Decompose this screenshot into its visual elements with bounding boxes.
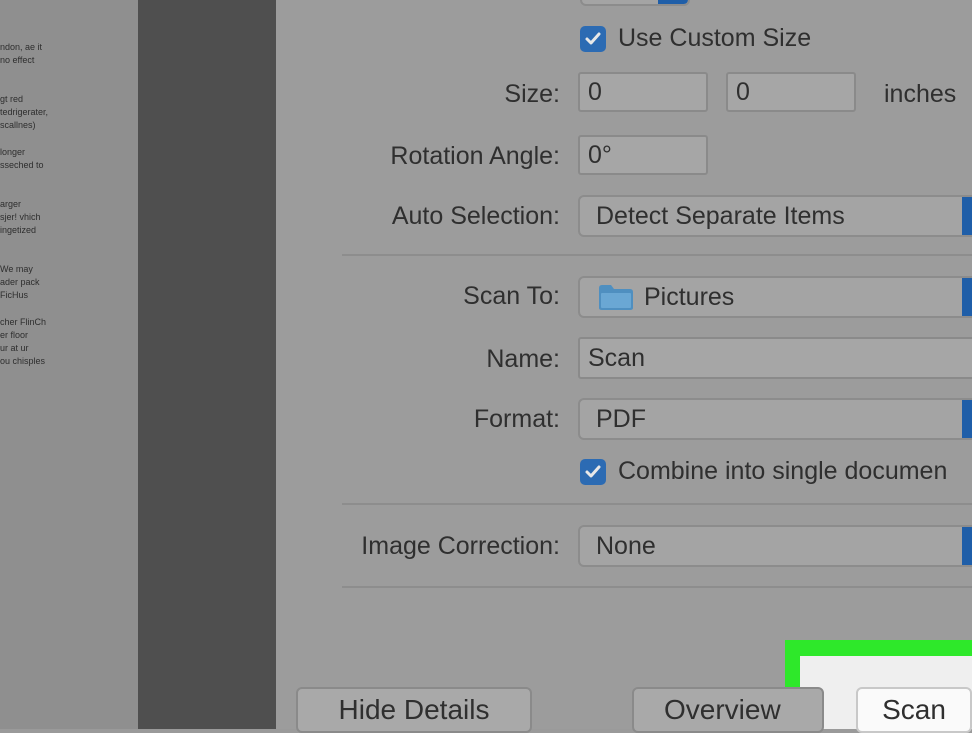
- scan-to-label: Scan To:: [463, 282, 560, 310]
- use-custom-size-checkbox[interactable]: [580, 26, 606, 52]
- document-preview: ndon, ae it no effect gt red tedrigerate…: [0, 0, 138, 729]
- separator: [342, 586, 972, 588]
- preview-line: ingetized: [0, 225, 37, 235]
- format-popup[interactable]: PDF: [578, 398, 972, 440]
- size-height-field[interactable]: 0: [726, 72, 856, 112]
- checkmark-icon: [585, 465, 601, 478]
- auto-selection-label: Auto Selection:: [391, 202, 560, 230]
- preview-line: sjer! vhich: [0, 212, 41, 222]
- folder-icon: [599, 285, 633, 310]
- kind-popup[interactable]: [580, 0, 690, 6]
- separator: [342, 254, 972, 256]
- preview-line: ou chisples: [0, 356, 46, 366]
- preview-line: gt red: [0, 94, 24, 104]
- size-unit-label: inches: [884, 80, 957, 108]
- name-field[interactable]: Scan: [578, 337, 972, 379]
- chevron-up-down-icon: [962, 400, 972, 438]
- preview-line: er floor: [0, 330, 29, 340]
- preview-line: [0, 28, 70, 41]
- image-correction-popup[interactable]: None: [578, 525, 972, 567]
- preview-line: ader pack: [0, 277, 40, 287]
- rotation-angle-field[interactable]: 0°: [578, 135, 708, 175]
- preview-line: cher FlinCh: [0, 317, 47, 327]
- scan-to-popup[interactable]: Pictures: [578, 276, 972, 318]
- overview-button[interactable]: Overview: [632, 687, 824, 733]
- preview-line: scallnes): [0, 120, 36, 130]
- preview-line: tedrigerater,: [0, 107, 49, 117]
- scan-to-value: Pictures: [644, 283, 735, 311]
- chevron-up-down-icon: [962, 527, 972, 565]
- combine-document-label: Combine into single documen: [618, 457, 948, 485]
- chevron-up-down-icon: [962, 278, 972, 316]
- name-label: Name:: [486, 345, 560, 373]
- size-width-field[interactable]: 0: [578, 72, 708, 112]
- image-correction-label: Image Correction:: [361, 532, 560, 560]
- rotation-angle-label: Rotation Angle:: [390, 142, 560, 170]
- preview-line: no effect: [0, 55, 35, 65]
- auto-selection-value: Detect Separate Items: [596, 202, 845, 230]
- preview-line: FicHus: [0, 290, 29, 300]
- image-correction-value: None: [596, 532, 656, 560]
- chevron-up-down-icon: [962, 197, 972, 235]
- use-custom-size-label: Use Custom Size: [618, 24, 812, 52]
- separator: [342, 503, 972, 505]
- checkmark-icon: [585, 32, 601, 45]
- preview-line: We may: [0, 264, 33, 274]
- hide-details-button[interactable]: Hide Details: [296, 687, 532, 733]
- preview-line: ndon, ae it: [0, 42, 43, 52]
- preview-gutter: [138, 0, 276, 729]
- preview-line: arger: [0, 199, 22, 209]
- combine-document-checkbox[interactable]: [580, 459, 606, 485]
- preview-text-block: ndon, ae it no effect gt red tedrigerate…: [0, 28, 70, 368]
- format-label: Format:: [473, 405, 560, 433]
- format-value: PDF: [596, 405, 646, 433]
- size-label: Size:: [504, 80, 560, 108]
- preview-line: sseched to: [0, 160, 44, 170]
- chevron-up-down-icon: [658, 0, 688, 4]
- scan-button[interactable]: Scan: [856, 687, 972, 733]
- auto-selection-popup[interactable]: Detect Separate Items: [578, 195, 972, 237]
- preview-line: ur at ur: [0, 343, 29, 353]
- preview-line: longer: [0, 147, 26, 157]
